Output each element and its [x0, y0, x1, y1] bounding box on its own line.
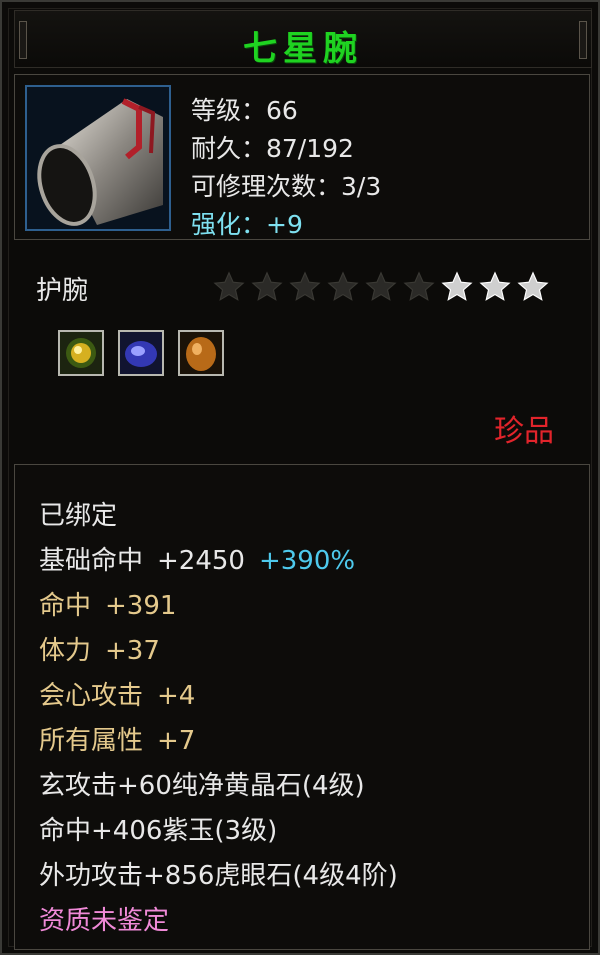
gem-line-yellow-crystal: 玄攻击+60纯净黄晶石(4级): [39, 771, 365, 801]
base-hit-value: +2450: [157, 546, 245, 576]
level-stat: 等级：66: [191, 96, 298, 125]
title-bar: 七星腕: [14, 10, 592, 69]
bracer-icon: [25, 85, 171, 231]
star-dim-icon: [327, 271, 359, 301]
ornament-right: [579, 21, 587, 59]
stat-label: 体力: [39, 636, 92, 666]
gem-line-purple-jade: 命中+406紫玉(3级): [39, 816, 278, 846]
stat-value: +4: [157, 681, 196, 711]
durability-stat: 耐久：87/192: [191, 134, 354, 163]
yellow-crystal-gem-icon[interactable]: [58, 330, 104, 376]
bound-status: 已绑定: [39, 501, 118, 531]
gem-line-tiger-eye: 外功攻击+856虎眼石(4级4阶): [39, 861, 398, 891]
stat-label: 会心攻击: [39, 681, 144, 711]
stat-row-stamina: 体力 +37: [39, 630, 160, 667]
star-lit-icon: [517, 271, 549, 301]
star-dim-icon: [403, 271, 435, 301]
rarity-label: 珍品: [494, 414, 554, 449]
star-dim-icon: [251, 271, 283, 301]
star-lit-icon: [441, 271, 473, 301]
stat-row-crit: 会心攻击 +4: [39, 675, 195, 712]
tiger-eye-gem-icon[interactable]: [178, 330, 224, 376]
item-type-label: 护腕: [36, 276, 89, 306]
purple-jade-gem-icon[interactable]: [118, 330, 164, 376]
star-dim-icon: [213, 271, 245, 301]
stat-value: +7: [157, 726, 196, 756]
base-hit-row: 基础命中 +2450 +390%: [39, 540, 355, 577]
item-name: 七星腕: [243, 29, 363, 69]
star-dim-icon: [365, 271, 397, 301]
base-hit-bonus: +390%: [258, 546, 356, 576]
gem-sockets: [58, 330, 224, 376]
attributes-panel: 已绑定 基础命中 +2450 +390% 命中 +391 体力 +37 会心攻击 +4 所…: [14, 464, 590, 950]
star-dim-icon: [289, 271, 321, 301]
star-lit-icon: [479, 271, 511, 301]
stat-value: +37: [105, 636, 160, 666]
quality-status: 资质未鉴定: [39, 906, 170, 936]
tooltip-frame: 七星腕 等级：66 耐久：87/192 可修理次数：3/3 强化：+9 护腕 珍…: [0, 0, 600, 955]
stat-label: 命中: [39, 591, 92, 621]
stat-label: 所有属性: [39, 726, 144, 756]
repair-count-stat: 可修理次数：3/3: [191, 172, 382, 201]
star-rating: [212, 270, 550, 304]
base-hit-label: 基础命中: [39, 546, 144, 576]
stat-row-hit: 命中 +391: [39, 585, 176, 622]
enhance-stat: 强化：+9: [191, 210, 303, 239]
stat-row-all-attributes: 所有属性 +7: [39, 720, 195, 757]
item-header-panel: 等级：66 耐久：87/192 可修理次数：3/3 强化：+9: [14, 74, 590, 240]
stat-value: +391: [105, 591, 177, 621]
